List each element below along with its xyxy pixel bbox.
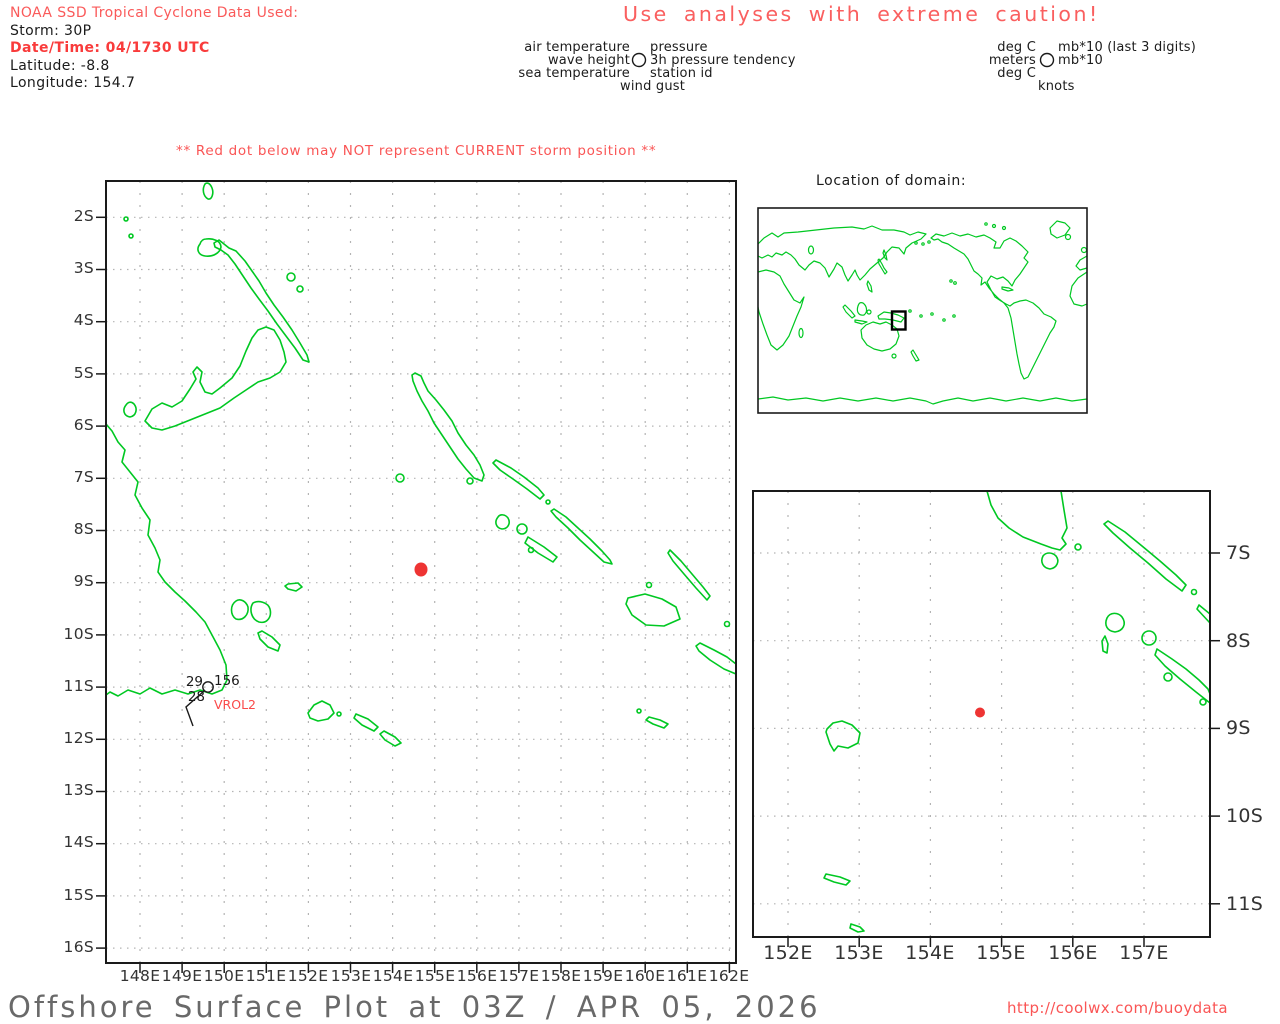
zoom-lat-tick-label: 11S <box>1226 893 1264 915</box>
zoom-lat-tick-label: 8S <box>1226 630 1251 652</box>
legend-sea-temp-label: sea temperature <box>518 66 630 81</box>
zoom-map <box>752 490 1220 947</box>
storm-position-dot-zoom <box>975 707 985 718</box>
lon-tick-label: 158E <box>540 967 582 985</box>
zoom-lat-tick-label: 7S <box>1226 542 1251 564</box>
red-dot-warning: ** Red dot below may NOT represent CURRE… <box>176 143 657 159</box>
main-map: 29 28 156 VROL2 <box>96 180 737 973</box>
lon-tick-label: 148E <box>119 967 161 985</box>
caution-banner: Use analyses with extreme caution! <box>623 2 1100 26</box>
datetime-line: Date/Time: 04/1730 UTC <box>10 40 210 56</box>
main-map-coastlines <box>105 182 737 747</box>
lat-tick-label: 7S <box>73 468 94 486</box>
lat-tick-label: 13S <box>63 781 94 799</box>
zoom-lon-tick-label: 152E <box>763 942 813 964</box>
buoy-plot-page: { "header": { "line1": "NOAA SSD Tropica… <box>0 0 1280 1024</box>
lon-tick-label: 155E <box>414 967 456 985</box>
lat-tick-label: 10S <box>63 625 94 643</box>
lon-tick-label: 161E <box>666 967 708 985</box>
legend-degc2-label: deg C <box>997 66 1036 81</box>
lat-tick-label: 14S <box>63 833 94 851</box>
zoom-lon-tick-label: 153E <box>834 942 884 964</box>
longitude-line: Longitude: 154.7 <box>10 75 136 91</box>
lat-tick-label: 2S <box>73 207 94 225</box>
lon-tick-label: 152E <box>287 967 329 985</box>
source-url: http://coolwx.com/buoydata <box>1007 999 1228 1017</box>
lat-tick-label: 4S <box>73 311 94 329</box>
station-air-temp: 29 <box>186 674 203 690</box>
storm-position-dot <box>414 562 428 577</box>
lon-tick-label: 150E <box>203 967 245 985</box>
world-map-frame <box>757 207 1088 414</box>
legend-wind-gust-label: wind gust <box>620 79 686 94</box>
lon-tick-label: 156E <box>456 967 498 985</box>
zoom-lon-tick-label: 155E <box>976 942 1026 964</box>
latitude-line: Latitude: -8.8 <box>10 58 110 74</box>
zoom-map-coastlines <box>823 490 1211 933</box>
lon-tick-label: 149E <box>161 967 203 985</box>
legend-units-circle-icon <box>1039 52 1055 68</box>
lat-tick-label: 15S <box>63 886 94 904</box>
station-sea-temp: 28 <box>188 689 205 705</box>
lon-tick-label: 154E <box>372 967 414 985</box>
legend-station-circle-icon <box>631 52 647 68</box>
station-plot-vrol2: 29 28 156 VROL2 <box>185 673 256 727</box>
lon-tick-label: 153E <box>330 967 372 985</box>
legend-knots-label: knots <box>1038 79 1075 94</box>
zoom-lat-tick-label: 9S <box>1226 717 1251 739</box>
lon-tick-label: 159E <box>582 967 624 985</box>
world-inset-map <box>757 207 1088 414</box>
data-source-line: NOAA SSD Tropical Cyclone Data Used: <box>10 5 299 21</box>
storm-id-line: Storm: 30P <box>10 23 92 39</box>
legend-mb10-label: mb*10 <box>1058 53 1103 68</box>
station-id: VROL2 <box>214 697 256 712</box>
lon-tick-label: 162E <box>708 967 750 985</box>
lat-tick-label: 3S <box>73 259 94 277</box>
lon-tick-label: 160E <box>624 967 666 985</box>
lat-tick-label: 5S <box>73 364 94 382</box>
lon-tick-label: 157E <box>498 967 540 985</box>
main-map-ticks <box>96 216 731 973</box>
zoom-lon-tick-label: 157E <box>1119 942 1169 964</box>
plot-title: Offshore Surface Plot at 03Z / APR 05, 2… <box>8 990 821 1024</box>
lat-tick-label: 16S <box>63 938 94 956</box>
lon-tick-label: 151E <box>245 967 287 985</box>
world-coastlines <box>757 220 1088 405</box>
lat-tick-label: 11S <box>63 677 94 695</box>
lat-tick-label: 12S <box>63 729 94 747</box>
zoom-lon-tick-label: 154E <box>905 942 955 964</box>
station-pressure: 156 <box>214 673 240 689</box>
zoom-lon-tick-label: 156E <box>1048 942 1098 964</box>
lat-tick-label: 9S <box>73 572 94 590</box>
lat-tick-label: 6S <box>73 416 94 434</box>
zoom-map-ticks <box>787 552 1220 947</box>
zoom-lat-tick-label: 10S <box>1226 805 1264 827</box>
lat-tick-label: 8S <box>73 520 94 538</box>
inset-title: Location of domain: <box>816 173 967 189</box>
